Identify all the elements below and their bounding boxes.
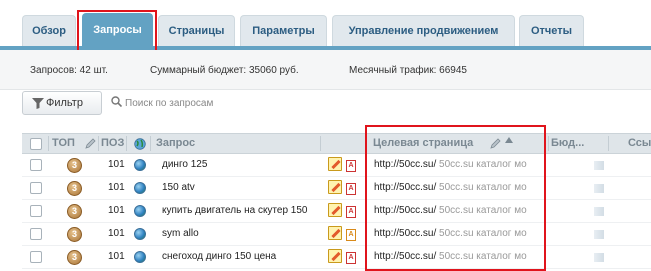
position-value: 101 xyxy=(108,182,125,193)
column-separator xyxy=(48,136,49,151)
column-query[interactable]: Запрос xyxy=(156,134,195,153)
budget-value xyxy=(594,253,604,262)
row-checkbox[interactable] xyxy=(30,159,42,171)
queries-count: Запросов: 42 шт. xyxy=(30,65,108,76)
select-all-checkbox[interactable] xyxy=(30,138,42,150)
edit-icon[interactable] xyxy=(328,249,342,263)
query-text[interactable]: sym allo xyxy=(162,223,322,245)
budget-value xyxy=(594,230,604,239)
monthly-traffic: Месячный трафик: 66945 xyxy=(349,65,467,76)
top-badge: 3 xyxy=(67,250,82,265)
row-checkbox[interactable] xyxy=(30,182,42,194)
table-row[interactable]: 3 101 sym allo A http://50cc.su/ 50cc.su… xyxy=(22,223,651,246)
row-checkbox[interactable] xyxy=(30,205,42,217)
pencil-icon[interactable] xyxy=(85,138,96,149)
column-separator xyxy=(98,136,99,151)
position-value: 101 xyxy=(108,159,125,170)
edit-icon[interactable] xyxy=(328,203,342,217)
position-value: 101 xyxy=(108,228,125,239)
globe-icon xyxy=(134,159,146,171)
query-text[interactable]: динго 125 xyxy=(162,154,322,176)
column-position[interactable]: ПОЗ xyxy=(101,134,124,153)
total-budget: Суммарный бюджет: 35060 руб. xyxy=(150,65,299,76)
position-value: 101 xyxy=(108,251,125,262)
tab-parameters[interactable]: Параметры xyxy=(240,15,327,46)
filter-toolbar: Фильтр xyxy=(22,91,651,116)
column-budget[interactable]: Бюд... xyxy=(551,134,584,153)
filter-label: Фильтр xyxy=(46,97,83,109)
globe-icon xyxy=(134,228,146,240)
tab-pages[interactable]: Страницы xyxy=(158,15,235,46)
summary-bar: Запросов: 42 шт. Суммарный бюджет: 35060… xyxy=(0,50,651,90)
document-icon[interactable]: A xyxy=(346,183,356,195)
column-links[interactable]: Ссы xyxy=(628,134,651,153)
grid-header: ТОП ПОЗ Запрос Целевая страница Бюд... С… xyxy=(22,133,651,154)
globe-icon xyxy=(134,205,146,217)
document-icon[interactable]: A xyxy=(346,206,356,218)
top-badge: 3 xyxy=(67,181,82,196)
funnel-icon xyxy=(32,98,44,109)
budget-value xyxy=(594,207,604,216)
search-input[interactable] xyxy=(125,92,625,114)
column-separator xyxy=(548,136,549,151)
column-separator xyxy=(608,136,609,151)
table-row[interactable]: 3 101 динго 125 A http://50cc.su/ 50cc.s… xyxy=(22,154,651,177)
document-icon[interactable]: A xyxy=(346,252,356,264)
position-value: 101 xyxy=(108,205,125,216)
column-separator xyxy=(150,136,151,151)
edit-icon[interactable] xyxy=(328,157,342,171)
column-top[interactable]: ТОП xyxy=(52,134,75,153)
globe-icon xyxy=(134,182,146,194)
top-badge: 3 xyxy=(67,158,82,173)
query-text[interactable]: снегоход динго 150 цена xyxy=(162,246,322,268)
column-separator xyxy=(320,136,321,151)
top-badge: 3 xyxy=(67,204,82,219)
row-checkbox[interactable] xyxy=(30,228,42,240)
top-badge: 3 xyxy=(67,227,82,242)
query-text[interactable]: купить двигатель на скутер 150 xyxy=(162,200,322,222)
document-icon[interactable]: A xyxy=(346,229,356,241)
globe-icon xyxy=(134,138,146,150)
document-icon[interactable]: A xyxy=(346,160,356,172)
table-row[interactable]: 3 101 снегоход динго 150 цена A http://5… xyxy=(22,246,651,269)
globe-icon xyxy=(134,251,146,263)
budget-value xyxy=(594,184,604,193)
row-checkbox[interactable] xyxy=(30,251,42,263)
edit-icon[interactable] xyxy=(328,226,342,240)
filter-button[interactable]: Фильтр xyxy=(22,91,102,115)
query-text[interactable]: 150 atv xyxy=(162,177,322,199)
edit-icon[interactable] xyxy=(328,180,342,194)
target-column-highlight-frame xyxy=(365,125,546,271)
tab-reports[interactable]: Отчеты xyxy=(519,15,584,46)
table-row[interactable]: 3 101 150 atv A http://50cc.su/ 50cc.su … xyxy=(22,177,651,200)
tab-promotion-management[interactable]: Управление продвижением xyxy=(332,15,515,46)
column-separator xyxy=(126,136,127,151)
table-row[interactable]: 3 101 купить двигатель на скутер 150 A h… xyxy=(22,200,651,223)
tab-highlight-frame xyxy=(77,10,157,53)
budget-value xyxy=(594,161,604,170)
search-icon xyxy=(111,96,122,107)
tab-overview[interactable]: Обзор xyxy=(22,15,76,46)
